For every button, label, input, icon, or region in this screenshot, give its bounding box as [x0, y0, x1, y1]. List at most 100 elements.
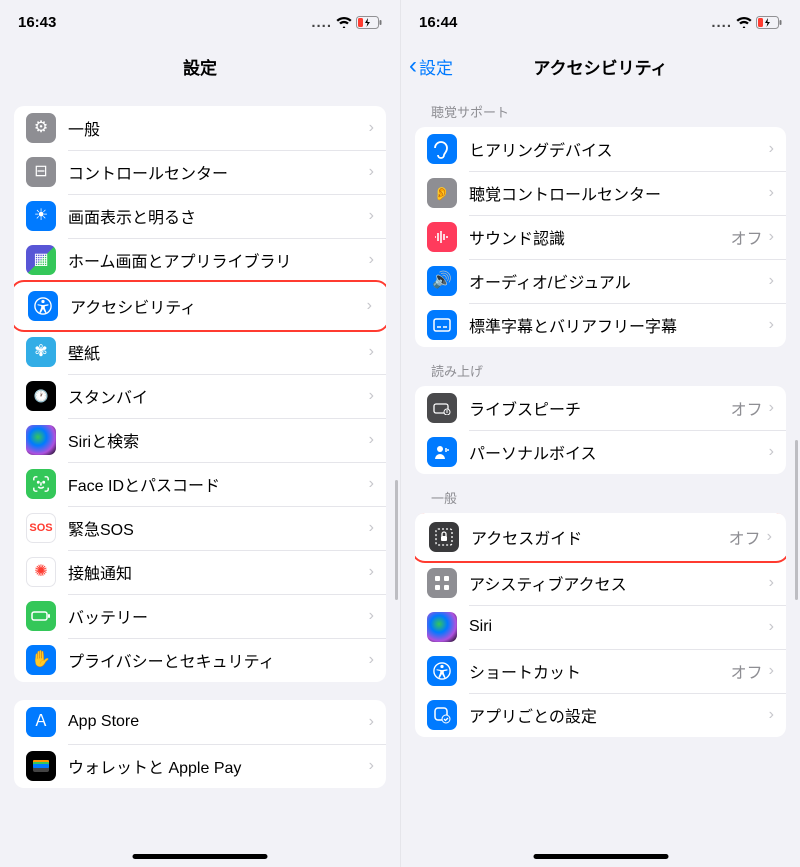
row-subtitles[interactable]: 標準字幕とバリアフリー字幕 ›	[415, 303, 786, 347]
chevron-right-icon: ›	[369, 651, 374, 669]
general-group: アクセスガイド オフ › アシスティブアクセス › Siri › ショートカット…	[415, 513, 786, 737]
scrollbar[interactable]	[395, 480, 398, 600]
speaker-icon: 🔊	[427, 266, 457, 296]
row-hearing-devices[interactable]: ヒアリングデバイス ›	[415, 127, 786, 171]
faceid-icon	[26, 469, 56, 499]
gear-icon: ⚙	[26, 113, 56, 143]
row-label: サウンド認識	[469, 225, 731, 249]
row-value: オフ	[731, 225, 763, 249]
appstore-icon: Ａ	[26, 707, 56, 737]
caption-icon	[427, 310, 457, 340]
row-label: ウォレットと Apple Pay	[68, 754, 369, 778]
row-general[interactable]: ⚙ 一般 ›	[14, 106, 386, 150]
section-header-speech: 読み上げ	[415, 347, 786, 386]
accessibility-screen: 16:44 .... ‹ 設定 アクセシビリティ 聴覚サポート ヒアリングデバイ…	[400, 0, 800, 867]
keyboard-speech-icon	[427, 393, 457, 423]
row-control-center[interactable]: ⊟ コントロールセンター ›	[14, 150, 386, 194]
row-siri[interactable]: Siriと検索 ›	[14, 418, 386, 462]
person-voice-icon	[427, 437, 457, 467]
page-title: アクセシビリティ	[533, 54, 667, 79]
chevron-right-icon: ›	[369, 563, 374, 581]
row-standby[interactable]: 🕐 スタンバイ ›	[14, 374, 386, 418]
siri-icon	[427, 612, 457, 642]
row-personal-voice[interactable]: パーソナルボイス ›	[415, 430, 786, 474]
chevron-left-icon: ‹	[409, 54, 417, 78]
switches-icon: ⊟	[26, 157, 56, 187]
chevron-right-icon: ›	[769, 140, 774, 158]
row-display[interactable]: ☀ 画面表示と明るさ ›	[14, 194, 386, 238]
row-value: オフ	[729, 525, 761, 549]
home-indicator[interactable]	[533, 854, 668, 859]
wifi-icon	[336, 16, 352, 28]
row-sound-recognition[interactable]: サウンド認識 オフ ›	[415, 215, 786, 259]
nav-bar: ‹ 設定 アクセシビリティ	[401, 44, 800, 88]
chevron-right-icon: ›	[369, 251, 374, 269]
row-faceid[interactable]: Face IDとパスコード ›	[14, 462, 386, 506]
row-wallet[interactable]: ウォレットと Apple Pay ›	[14, 744, 386, 788]
row-shortcut[interactable]: ショートカット オフ ›	[415, 649, 786, 693]
waveform-icon	[427, 222, 457, 252]
apps-grid-icon: ▦	[26, 245, 56, 275]
row-hearing-control-center[interactable]: 👂 聴覚コントロールセンター ›	[415, 171, 786, 215]
row-label: コントロールセンター	[68, 160, 369, 184]
row-siri[interactable]: Siri ›	[415, 605, 786, 649]
row-appstore[interactable]: Ａ App Store ›	[14, 700, 386, 744]
chevron-right-icon: ›	[369, 343, 374, 361]
row-live-speech[interactable]: ライブスピーチ オフ ›	[415, 386, 786, 430]
row-label: アシスティブアクセス	[469, 571, 769, 595]
row-guided-access[interactable]: アクセスガイド オフ ›	[417, 515, 784, 559]
row-per-app[interactable]: アプリごとの設定 ›	[415, 693, 786, 737]
nav-bar: 設定	[0, 44, 400, 88]
back-button[interactable]: ‹ 設定	[409, 54, 453, 79]
row-wallpaper[interactable]: ✾ 壁紙 ›	[14, 330, 386, 374]
home-indicator[interactable]	[133, 854, 268, 859]
status-time: 16:43	[18, 14, 56, 31]
lock-frame-icon	[429, 522, 459, 552]
chevron-right-icon: ›	[769, 706, 774, 724]
row-audio-visual[interactable]: 🔊 オーディオ/ビジュアル ›	[415, 259, 786, 303]
row-label: アプリごとの設定	[469, 703, 769, 727]
app-check-icon	[427, 700, 457, 730]
flower-icon: ✾	[26, 337, 56, 367]
chevron-right-icon: ›	[767, 528, 772, 546]
row-privacy[interactable]: ✋ プライバシーとセキュリティ ›	[14, 638, 386, 682]
row-sos[interactable]: SOS 緊急SOS ›	[14, 506, 386, 550]
content: 聴覚サポート ヒアリングデバイス › 👂 聴覚コントロールセンター › サウンド…	[401, 88, 800, 867]
battery-low-icon	[356, 16, 382, 29]
row-label: アクセシビリティ	[70, 294, 367, 318]
wallet-icon	[26, 751, 56, 781]
row-label: 緊急SOS	[68, 516, 369, 540]
highlight-guided-access: アクセスガイド オフ ›	[415, 513, 786, 563]
chevron-right-icon: ›	[769, 662, 774, 680]
chevron-right-icon: ›	[769, 618, 774, 636]
row-label: オーディオ/ビジュアル	[469, 269, 769, 293]
grid-icon	[427, 568, 457, 598]
hearing-group: ヒアリングデバイス › 👂 聴覚コントロールセンター › サウンド認識 オフ ›…	[415, 127, 786, 347]
chevron-right-icon: ›	[769, 272, 774, 290]
row-value: オフ	[731, 396, 763, 420]
row-label: スタンバイ	[68, 384, 369, 408]
row-label: 標準字幕とバリアフリー字幕	[469, 313, 769, 337]
chevron-right-icon: ›	[369, 607, 374, 625]
settings-screen: 16:43 .... 設定 ⚙ 一般 › ⊟ コントロールセンター ›	[0, 0, 400, 867]
hand-icon: ✋	[26, 645, 56, 675]
speech-group: ライブスピーチ オフ › パーソナルボイス ›	[415, 386, 786, 474]
chevron-right-icon: ›	[369, 163, 374, 181]
row-battery[interactable]: バッテリー ›	[14, 594, 386, 638]
row-accessibility[interactable]: アクセシビリティ ›	[16, 284, 384, 328]
row-assistive-access[interactable]: アシスティブアクセス ›	[415, 561, 786, 605]
row-exposure[interactable]: ✺ 接触通知 ›	[14, 550, 386, 594]
row-label: ホーム画面とアプリライブラリ	[68, 248, 369, 272]
chevron-right-icon: ›	[369, 119, 374, 137]
highlight-accessibility: アクセシビリティ ›	[14, 280, 386, 332]
section-header-general: 一般	[415, 474, 786, 513]
status-icons: ....	[711, 14, 782, 31]
brightness-icon: ☀	[26, 201, 56, 231]
scrollbar[interactable]	[795, 440, 798, 600]
battery-low-icon	[756, 16, 782, 29]
row-label: Face IDとパスコード	[68, 472, 369, 496]
section-header-hearing: 聴覚サポート	[415, 88, 786, 127]
row-home-screen[interactable]: ▦ ホーム画面とアプリライブラリ ›	[14, 238, 386, 282]
status-bar: 16:43 ....	[0, 0, 400, 44]
settings-group-1: ⚙ 一般 › ⊟ コントロールセンター › ☀ 画面表示と明るさ › ▦ ホーム…	[14, 106, 386, 682]
